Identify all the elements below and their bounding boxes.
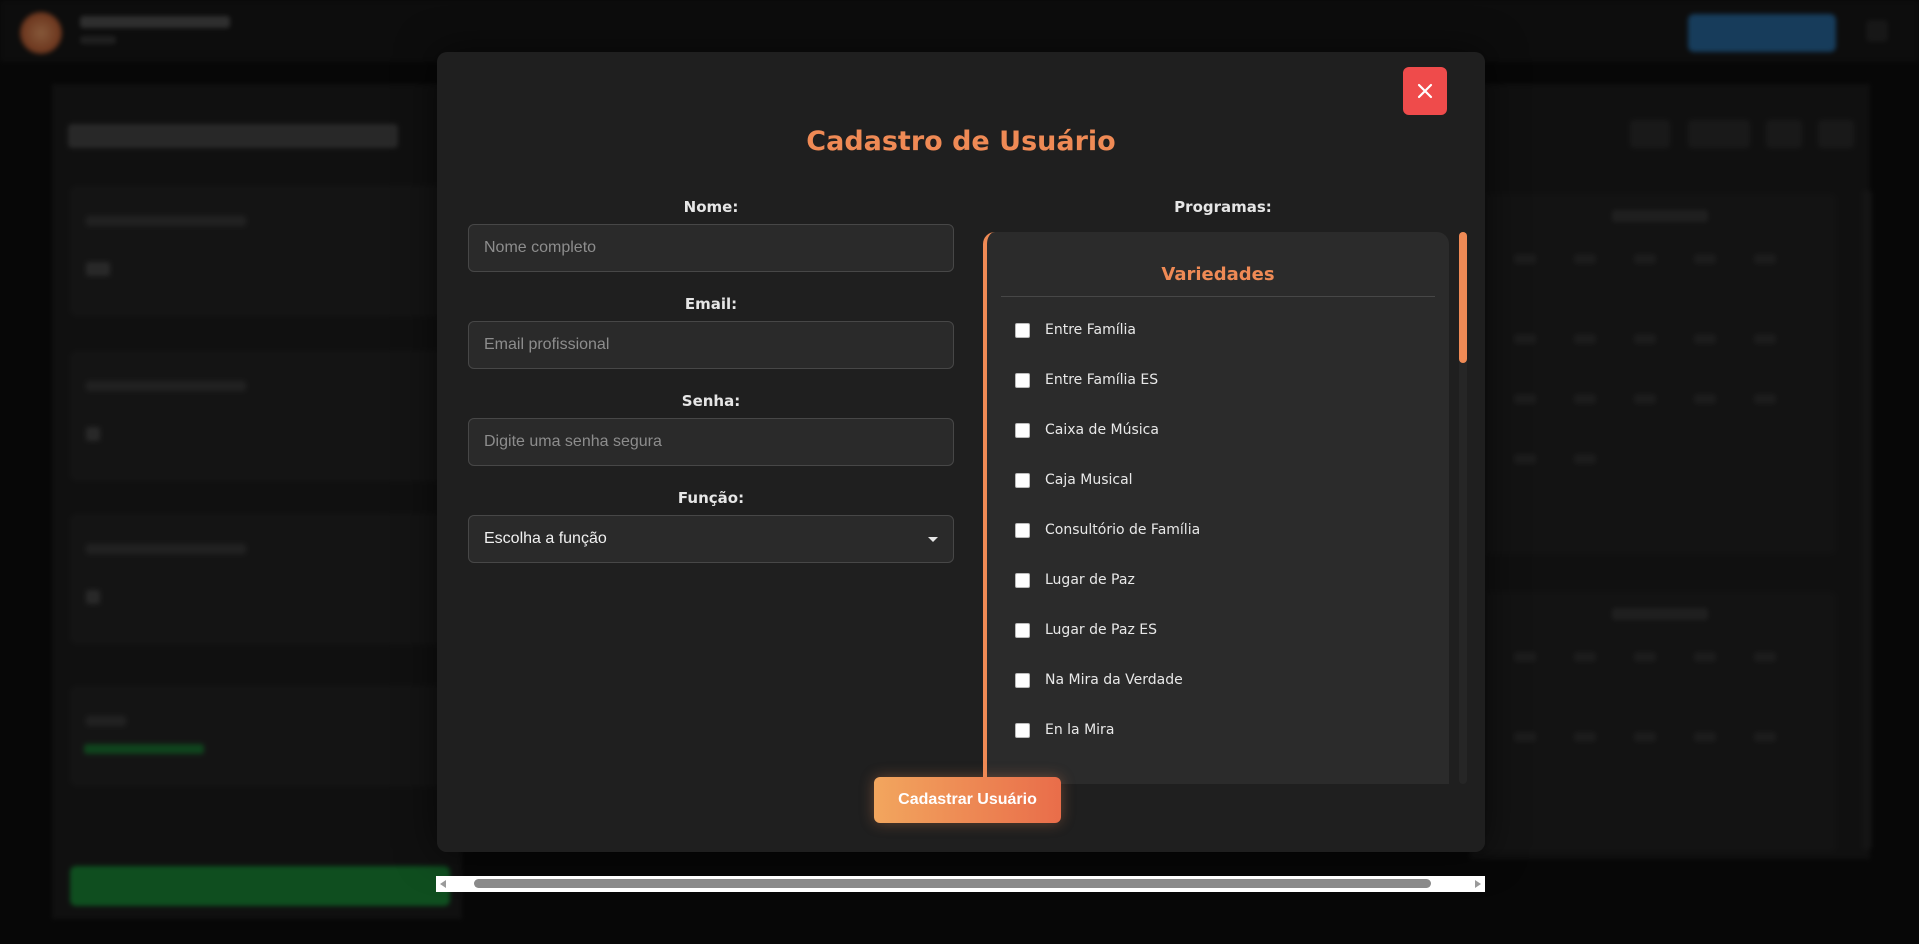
program-item[interactable]: Caixa de Música bbox=[1015, 418, 1159, 442]
program-checkbox[interactable] bbox=[1015, 322, 1030, 338]
role-select[interactable]: Escolha a função bbox=[468, 515, 954, 563]
program-label: Caixa de Música bbox=[1045, 422, 1159, 438]
program-checkbox[interactable] bbox=[1015, 722, 1030, 738]
programs-label: Programas: bbox=[1174, 198, 1272, 216]
program-item[interactable]: Consultório de Família bbox=[1015, 518, 1200, 542]
email-input[interactable] bbox=[468, 321, 954, 369]
program-checkbox[interactable] bbox=[1015, 622, 1030, 638]
name-input[interactable] bbox=[468, 224, 954, 272]
close-button[interactable] bbox=[1403, 67, 1447, 115]
program-label: Caja Musical bbox=[1045, 472, 1133, 488]
program-label: Lugar de Paz bbox=[1045, 572, 1135, 588]
program-checkbox[interactable] bbox=[1015, 522, 1030, 538]
programs-scrollbar-thumb[interactable] bbox=[1459, 232, 1467, 363]
program-label: Entre Família ES bbox=[1045, 372, 1159, 388]
horizontal-scrollbar[interactable] bbox=[436, 876, 1485, 892]
program-item[interactable]: Entre Família ES bbox=[1015, 368, 1158, 392]
scroll-left-arrow-icon[interactable] bbox=[440, 880, 446, 888]
email-label: Email: bbox=[684, 295, 738, 313]
register-user-button[interactable]: Cadastrar Usuário bbox=[874, 777, 1061, 823]
program-group-title: Variedades bbox=[1161, 264, 1275, 285]
chevron-down-icon bbox=[928, 536, 938, 542]
role-select-value: Escolha a função bbox=[484, 530, 607, 547]
program-label: Consultório de Família bbox=[1045, 522, 1201, 538]
program-item[interactable]: Entre Família bbox=[1015, 318, 1136, 342]
program-label: En la Mira bbox=[1045, 722, 1115, 738]
group-divider bbox=[1001, 296, 1435, 297]
program-checkbox[interactable] bbox=[1015, 422, 1030, 438]
program-checkbox[interactable] bbox=[1015, 672, 1030, 688]
program-item[interactable]: En la Mira bbox=[1015, 718, 1114, 742]
user-registration-modal: Cadastro de Usuário Nome: Email: Senha: … bbox=[437, 52, 1485, 852]
scroll-right-arrow-icon[interactable] bbox=[1475, 880, 1481, 888]
programs-list[interactable]: Variedades Entre Família Entre Família E… bbox=[983, 232, 1449, 784]
program-item[interactable]: Na Mira da Verdade bbox=[1015, 668, 1183, 692]
role-label: Função: bbox=[677, 489, 745, 507]
close-icon bbox=[1417, 83, 1433, 99]
program-checkbox[interactable] bbox=[1015, 372, 1030, 388]
program-checkbox[interactable] bbox=[1015, 572, 1030, 588]
program-item[interactable]: Lugar de Paz bbox=[1015, 568, 1135, 592]
name-label: Nome: bbox=[683, 198, 739, 216]
program-label: Lugar de Paz ES bbox=[1045, 622, 1157, 638]
horizontal-scrollbar-thumb[interactable] bbox=[474, 879, 1431, 888]
program-label: Entre Família bbox=[1045, 322, 1136, 338]
program-item[interactable]: Caja Musical bbox=[1015, 468, 1133, 492]
password-label: Senha: bbox=[681, 392, 741, 410]
program-checkbox[interactable] bbox=[1015, 472, 1030, 488]
modal-title: Cadastro de Usuário bbox=[806, 126, 1116, 157]
program-item[interactable]: Lugar de Paz ES bbox=[1015, 618, 1157, 642]
program-label: Na Mira da Verdade bbox=[1045, 672, 1183, 688]
password-input[interactable] bbox=[468, 418, 954, 466]
